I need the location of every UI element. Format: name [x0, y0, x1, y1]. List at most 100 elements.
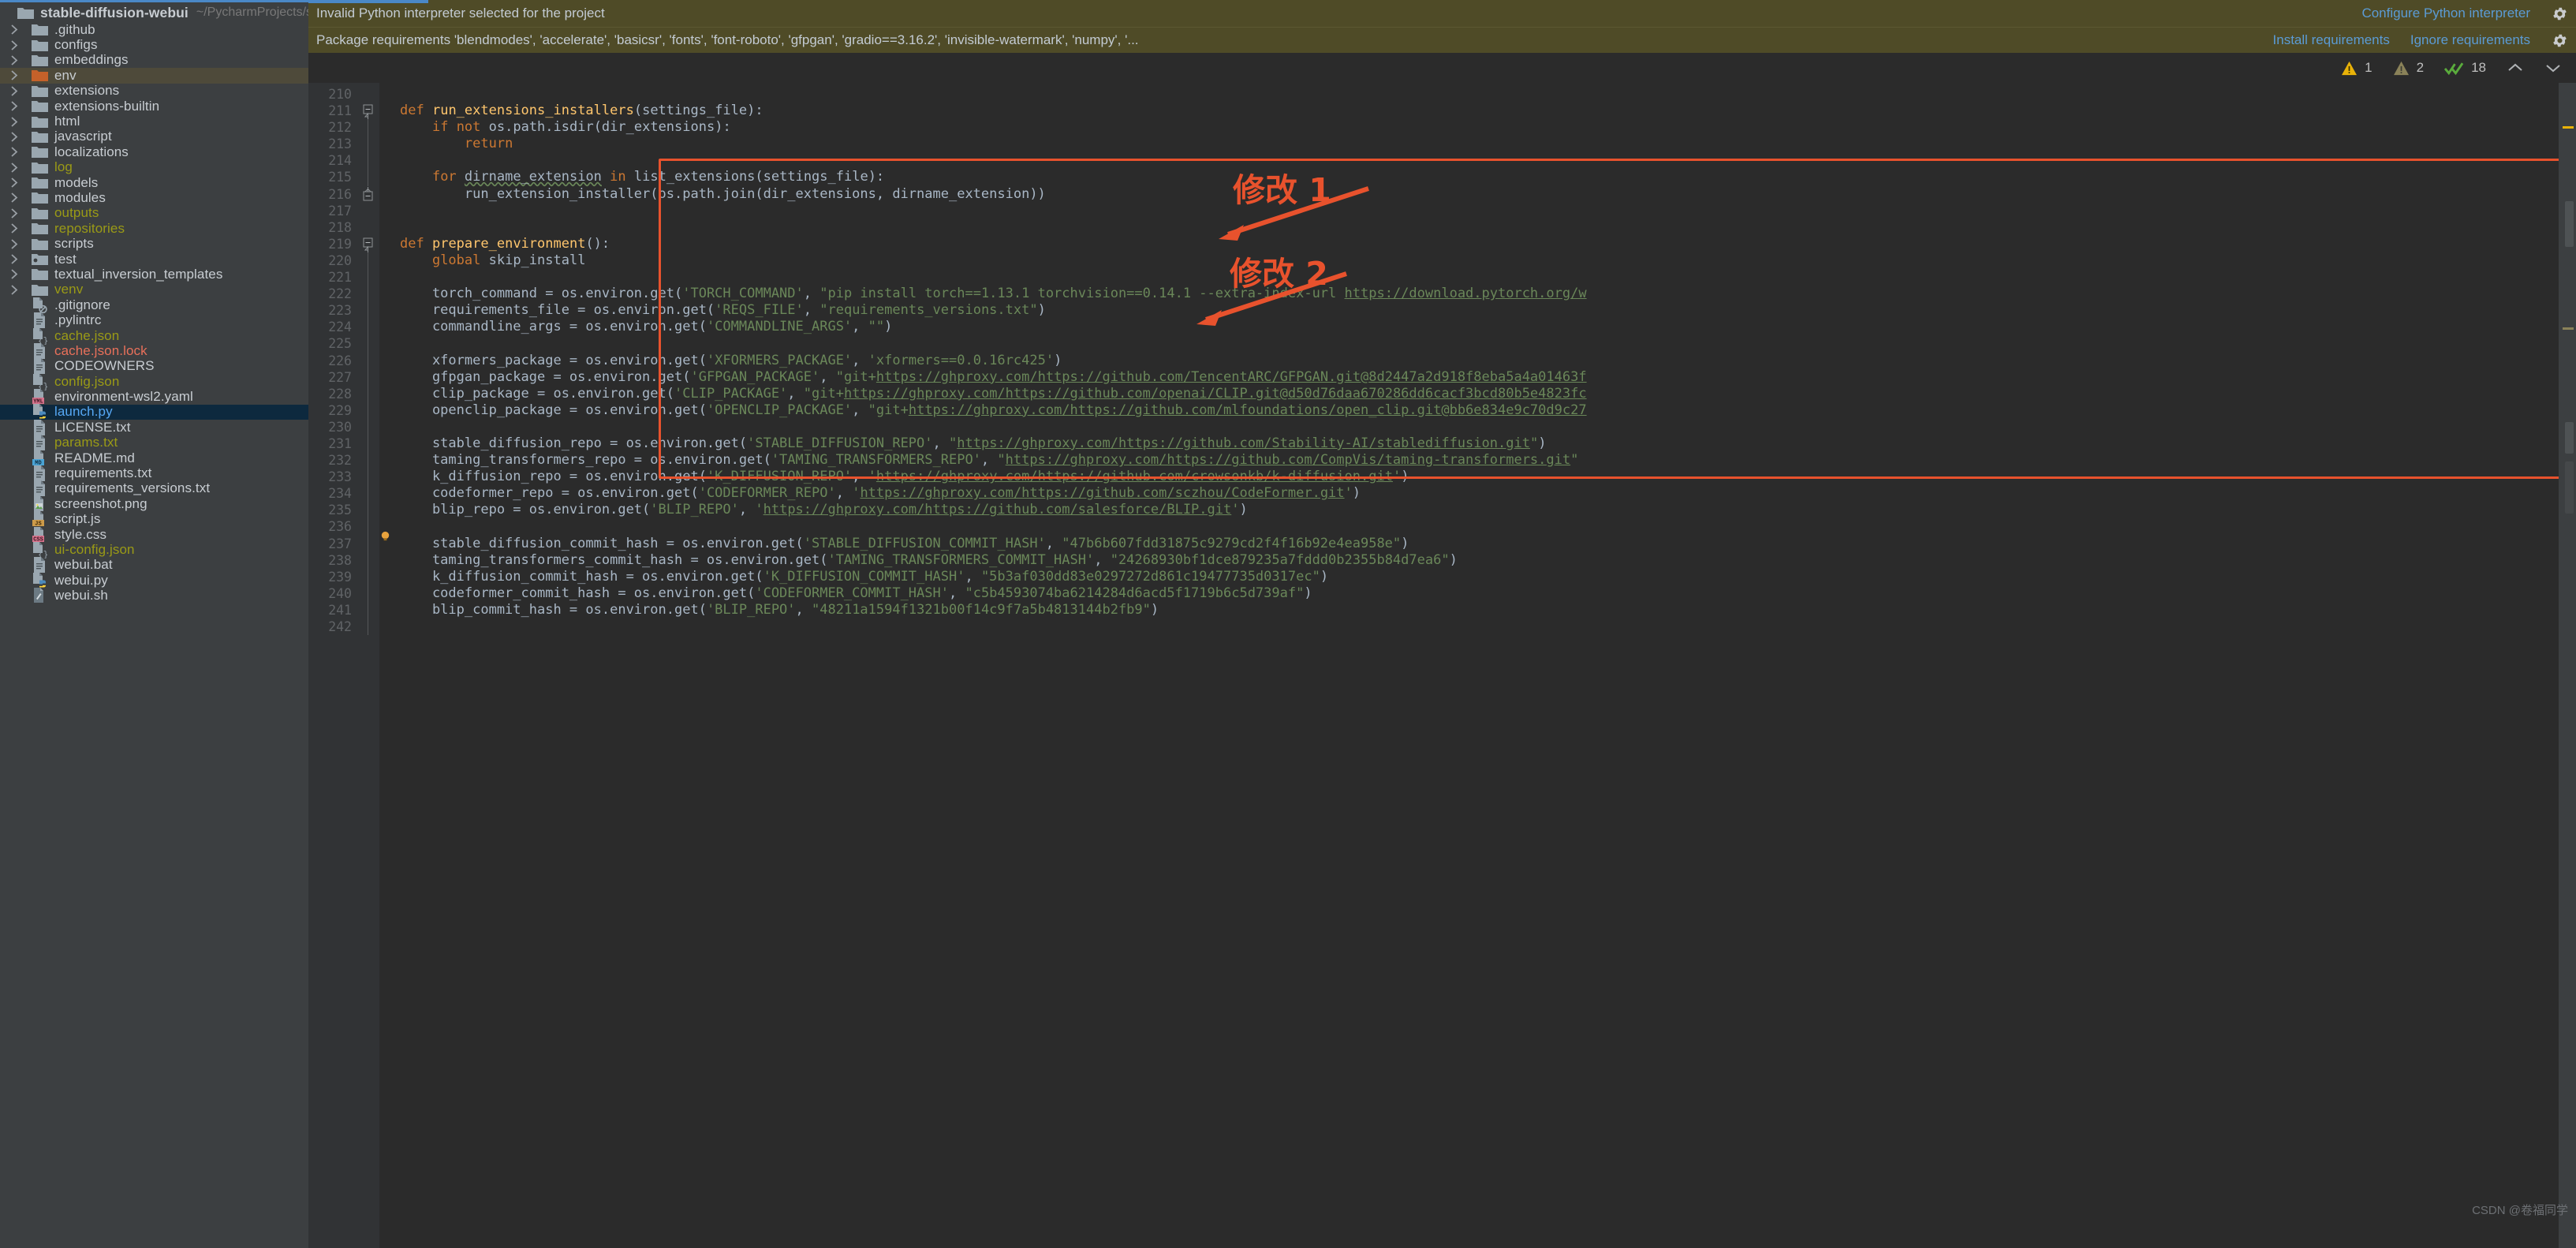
- code-line[interactable]: [400, 269, 2576, 286]
- inspections-ok-indicator[interactable]: 18: [2444, 60, 2486, 76]
- tree-folder-html[interactable]: html: [0, 114, 308, 129]
- code-line[interactable]: clip_package = os.environ.get('CLIP_PACK…: [400, 386, 2576, 402]
- fold-cell[interactable]: [357, 136, 379, 152]
- configure-python-interpreter-link[interactable]: Configure Python interpreter: [2361, 6, 2530, 21]
- code-line[interactable]: [400, 86, 2576, 103]
- tree-file-environment-wsl2-yaml[interactable]: YMLenvironment-wsl2.yaml: [0, 389, 308, 404]
- fold-cell[interactable]: [357, 252, 379, 269]
- tree-folder--github[interactable]: .github: [0, 22, 308, 37]
- fold-cell[interactable]: [357, 419, 379, 435]
- fold-cell[interactable]: [357, 435, 379, 452]
- fold-cell[interactable]: [357, 602, 379, 618]
- fold-cell[interactable]: [357, 569, 379, 585]
- code-line[interactable]: xformers_package = os.environ.get('XFORM…: [400, 353, 2576, 369]
- tree-file-webui-sh[interactable]: webui.sh: [0, 588, 308, 603]
- tree-folder-models[interactable]: models: [0, 175, 308, 190]
- fold-cell[interactable]: [357, 402, 379, 419]
- tree-file-ui-config-json[interactable]: {}ui-config.json: [0, 542, 308, 557]
- code-line[interactable]: commandline_args = os.environ.get('COMMA…: [400, 319, 2576, 335]
- fold-cell[interactable]: [357, 269, 379, 286]
- tree-folder-modules[interactable]: modules: [0, 190, 308, 205]
- ignore-requirements-link[interactable]: Ignore requirements: [2410, 32, 2530, 48]
- code-line[interactable]: [400, 618, 2576, 635]
- fold-cell[interactable]: [357, 236, 379, 252]
- code-line[interactable]: return: [400, 136, 2576, 152]
- tree-folder-extensions-builtin[interactable]: extensions-builtin: [0, 99, 308, 114]
- fold-cell[interactable]: [357, 319, 379, 335]
- next-problem-button[interactable]: [2544, 62, 2562, 74]
- tree-file-license-txt[interactable]: LICENSE.txt: [0, 420, 308, 435]
- fold-cell[interactable]: [357, 86, 379, 103]
- tree-file-style-css[interactable]: CSSstyle.css: [0, 527, 308, 542]
- project-tree-panel[interactable]: stable-diffusion-webui~/PycharmProjects/…: [0, 0, 308, 1221]
- banner-invalid-interpreter[interactable]: Invalid Python interpreter selected for …: [308, 0, 2576, 27]
- project-file-tree[interactable]: stable-diffusion-webui~/PycharmProjects/…: [0, 0, 308, 603]
- scrollbar-thumb[interactable]: [2565, 461, 2574, 514]
- code-line[interactable]: blip_repo = os.environ.get('BLIP_REPO', …: [400, 502, 2576, 518]
- fold-cell[interactable]: [357, 119, 379, 136]
- banner-package-requirements[interactable]: Package requirements 'blendmodes', 'acce…: [308, 27, 2576, 53]
- code-line[interactable]: [400, 419, 2576, 435]
- tree-file--gitignore[interactable]: .gitignore: [0, 297, 308, 312]
- fold-cell[interactable]: [357, 203, 379, 219]
- chevron-right-icon[interactable]: [6, 163, 22, 173]
- code-line[interactable]: taming_transformers_commit_hash = os.env…: [400, 552, 2576, 569]
- code-line[interactable]: for dirname_extension in list_extensions…: [400, 169, 2576, 185]
- code-line[interactable]: k_diffusion_repo = os.environ.get('K_DIF…: [400, 469, 2576, 485]
- chevron-right-icon[interactable]: [6, 147, 22, 157]
- tree-folder-env[interactable]: env: [0, 68, 308, 83]
- code-line[interactable]: stable_diffusion_repo = os.environ.get('…: [400, 435, 2576, 452]
- fold-cell[interactable]: [357, 585, 379, 602]
- code-line[interactable]: run_extension_installer(os.path.join(dir…: [400, 186, 2576, 203]
- tree-file-stable-diffusion-webui[interactable]: stable-diffusion-webui~/PycharmProjects/…: [0, 3, 308, 22]
- code-line[interactable]: k_diffusion_commit_hash = os.environ.get…: [400, 569, 2576, 585]
- fold-cell[interactable]: [357, 452, 379, 469]
- tree-folder-venv[interactable]: venv: [0, 282, 308, 297]
- weak-warning-indicator[interactable]: 2: [2393, 60, 2424, 76]
- tree-file-screenshot-png[interactable]: screenshot.png: [0, 496, 308, 511]
- tree-folder-outputs[interactable]: outputs: [0, 206, 308, 221]
- chevron-right-icon[interactable]: [6, 86, 22, 96]
- chevron-right-icon[interactable]: [6, 70, 22, 80]
- install-requirements-link[interactable]: Install requirements: [2273, 32, 2390, 48]
- fold-cell[interactable]: [357, 485, 379, 502]
- chevron-right-icon[interactable]: [6, 55, 22, 65]
- chevron-right-icon[interactable]: [6, 285, 22, 295]
- chevron-right-icon[interactable]: [6, 223, 22, 234]
- tree-file-webui-bat[interactable]: webui.bat: [0, 558, 308, 573]
- code-folding-gutter[interactable]: [357, 83, 379, 1248]
- tree-file-webui-py[interactable]: webui.py: [0, 573, 308, 588]
- previous-problem-button[interactable]: [2507, 62, 2524, 74]
- warning-indicator[interactable]: 1: [2341, 60, 2372, 76]
- tree-file-cache-json[interactable]: {}cache.json: [0, 328, 308, 343]
- tree-folder-embeddings[interactable]: embeddings: [0, 53, 308, 68]
- code-line[interactable]: blip_commit_hash = os.environ.get('BLIP_…: [400, 602, 2576, 618]
- fold-cell[interactable]: [357, 286, 379, 302]
- chevron-right-icon[interactable]: [6, 24, 22, 35]
- tree-folder-log[interactable]: log: [0, 160, 308, 175]
- fold-cell[interactable]: [357, 552, 379, 569]
- chevron-right-icon[interactable]: [6, 192, 22, 203]
- tree-folder-localizations[interactable]: localizations: [0, 144, 308, 159]
- fold-cell[interactable]: [357, 536, 379, 552]
- fold-cell[interactable]: [357, 469, 379, 485]
- code-line[interactable]: [400, 518, 2576, 535]
- code-line[interactable]: def run_extensions_installers(settings_f…: [400, 103, 2576, 119]
- fold-cell[interactable]: [357, 169, 379, 185]
- fold-cell[interactable]: [357, 335, 379, 352]
- tree-file-requirements-txt[interactable]: requirements.txt: [0, 465, 308, 480]
- chevron-right-icon[interactable]: [6, 239, 22, 249]
- tree-file-requirements-versions-txt[interactable]: requirements_versions.txt: [0, 481, 308, 496]
- fold-cell[interactable]: [357, 353, 379, 369]
- intention-bulb-icon[interactable]: [379, 530, 392, 543]
- gear-icon[interactable]: [2551, 5, 2568, 22]
- tree-file-launch-py[interactable]: launch.py: [0, 405, 308, 420]
- code-line[interactable]: [400, 203, 2576, 219]
- fold-cell[interactable]: [357, 186, 379, 203]
- tree-folder-scripts[interactable]: scripts: [0, 236, 308, 251]
- tree-file--pylintrc[interactable]: .pylintrc: [0, 312, 308, 327]
- fold-cell[interactable]: [357, 152, 379, 169]
- tree-folder-textual-inversion-templates[interactable]: textual_inversion_templates: [0, 267, 308, 282]
- fold-cell[interactable]: [357, 103, 379, 119]
- code-line[interactable]: codeformer_commit_hash = os.environ.get(…: [400, 585, 2576, 602]
